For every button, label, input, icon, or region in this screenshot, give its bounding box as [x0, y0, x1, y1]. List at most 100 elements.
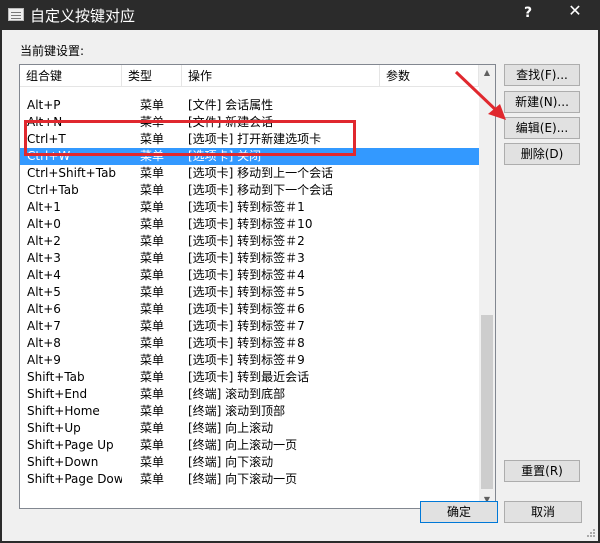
- close-button[interactable]: ✕: [552, 0, 598, 22]
- type-cell: 菜单: [140, 183, 165, 197]
- vertical-scrollbar[interactable]: ▲ ▼: [479, 65, 495, 508]
- key-mapping-list[interactable]: 组合键 类型 操作 参数 Alt+P 菜单 [文件] 会话属性 Alt+N 菜单…: [19, 64, 496, 509]
- list-item[interactable]: Alt+2 菜单 [选项卡] 转到标签＃2: [20, 233, 479, 250]
- list-item[interactable]: Alt+0 菜单 [选项卡] 转到标签＃10: [20, 216, 479, 233]
- action-cell: [选项卡] 转到标签＃9: [188, 353, 305, 367]
- list-header: 组合键 类型 操作 参数: [20, 65, 479, 87]
- key-cell: Alt+2: [27, 234, 61, 248]
- list-item[interactable]: Shift+Page Up 菜单 [终端] 向上滚动一页: [20, 437, 479, 454]
- type-cell: 菜单: [140, 370, 165, 384]
- resize-grip-icon[interactable]: [586, 528, 596, 538]
- list-item[interactable]: Alt+8 菜单 [选项卡] 转到标签＃8: [20, 335, 479, 352]
- list-item[interactable]: Ctrl+Shift+Tab 菜单 [选项卡] 移动到上一个会话: [20, 165, 479, 182]
- key-cell: Alt+N: [27, 115, 63, 129]
- list-item[interactable]: Alt+4 菜单 [选项卡] 转到标签＃4: [20, 267, 479, 284]
- column-header-type[interactable]: 类型: [122, 65, 182, 87]
- scrollbar-thumb[interactable]: [481, 315, 493, 489]
- action-cell: [选项卡] 转到标签＃1: [188, 200, 305, 214]
- key-cell: Ctrl+Shift+Tab: [27, 166, 117, 180]
- column-header-action[interactable]: 操作: [182, 65, 380, 87]
- key-cell: Shift+Page Down: [27, 472, 122, 486]
- cancel-button[interactable]: 取消: [504, 501, 582, 523]
- action-cell: [选项卡] 转到标签＃4: [188, 268, 305, 282]
- type-cell: 菜单: [140, 438, 165, 452]
- column-header-key[interactable]: 组合键: [20, 65, 122, 87]
- type-cell: 菜单: [140, 285, 165, 299]
- list-item[interactable]: Shift+Down 菜单 [终端] 向下滚动: [20, 454, 479, 471]
- list-rows: Alt+P 菜单 [文件] 会话属性 Alt+N 菜单 [文件] 新建会话 Ct…: [20, 87, 479, 488]
- scroll-up-icon[interactable]: ▲: [479, 65, 495, 81]
- list-item[interactable]: Shift+Page Down 菜单 [终端] 向下滚动一页: [20, 471, 479, 488]
- key-cell: Shift+Home: [27, 404, 100, 418]
- type-cell: 菜单: [140, 302, 165, 316]
- list-item[interactable]: Alt+6 菜单 [选项卡] 转到标签＃6: [20, 301, 479, 318]
- type-cell: 菜单: [140, 200, 165, 214]
- type-cell: 菜单: [140, 132, 165, 146]
- action-cell: [终端] 滚动到顶部: [188, 404, 286, 418]
- type-cell: 菜单: [140, 319, 165, 333]
- type-cell: 菜单: [140, 268, 165, 282]
- action-cell: [选项卡] 转到标签＃5: [188, 285, 305, 299]
- key-cell: Shift+Page Up: [27, 438, 114, 452]
- key-cell: Shift+End: [27, 387, 88, 401]
- key-cell: Ctrl+W: [27, 149, 71, 163]
- type-cell: 菜单: [140, 217, 165, 231]
- type-cell: 菜单: [140, 421, 165, 435]
- delete-button[interactable]: 删除(D): [504, 143, 580, 165]
- type-cell: 菜单: [140, 353, 165, 367]
- type-cell: 菜单: [140, 149, 165, 163]
- list-item[interactable]: Shift+Home 菜单 [终端] 滚动到顶部: [20, 403, 479, 420]
- title-bar: 自定义按键对应 ? ✕: [0, 0, 600, 30]
- keyboard-icon: [8, 8, 24, 21]
- action-cell: [选项卡] 移动到上一个会话: [188, 166, 334, 180]
- list-item[interactable]: Shift+End 菜单 [终端] 滚动到底部: [20, 386, 479, 403]
- list-item[interactable]: Alt+P 菜单 [文件] 会话属性: [20, 97, 479, 114]
- edit-button[interactable]: 编辑(E)...: [504, 117, 580, 139]
- key-cell: Alt+7: [27, 319, 61, 333]
- action-cell: [文件] 会话属性: [188, 98, 274, 112]
- type-cell: 菜单: [140, 336, 165, 350]
- type-cell: 菜单: [140, 455, 165, 469]
- action-cell: [选项卡] 转到标签＃8: [188, 336, 305, 350]
- list-item[interactable]: Ctrl+Tab 菜单 [选项卡] 移动到下一个会话: [20, 182, 479, 199]
- ok-button[interactable]: 确定: [420, 501, 498, 523]
- action-cell: [选项卡] 转到标签＃3: [188, 251, 305, 265]
- key-cell: Alt+P: [27, 98, 61, 112]
- key-cell: Alt+9: [27, 353, 61, 367]
- type-cell: 菜单: [140, 387, 165, 401]
- list-item[interactable]: Alt+7 菜单 [选项卡] 转到标签＃7: [20, 318, 479, 335]
- key-cell: Shift+Tab: [27, 370, 85, 384]
- new-button[interactable]: 新建(N)...: [504, 91, 580, 113]
- action-cell: [选项卡] 转到标签＃10: [188, 217, 313, 231]
- type-cell: 菜单: [140, 234, 165, 248]
- action-cell: [选项卡] 转到标签＃2: [188, 234, 305, 248]
- type-cell: 菜单: [140, 166, 165, 180]
- action-cell: [选项卡] 转到标签＃6: [188, 302, 305, 316]
- key-cell: Alt+5: [27, 285, 61, 299]
- list-item[interactable]: Alt+9 菜单 [选项卡] 转到标签＃9: [20, 352, 479, 369]
- list-item-selected[interactable]: Ctrl+W 菜单 [选项卡] 关闭: [20, 148, 479, 165]
- find-button[interactable]: 查找(F)...: [504, 64, 580, 86]
- column-header-param[interactable]: 参数: [380, 65, 479, 87]
- list-item[interactable]: Shift+Tab 菜单 [选项卡] 转到最近会话: [20, 369, 479, 386]
- help-button[interactable]: ?: [518, 2, 538, 24]
- list-item[interactable]: Ctrl+T 菜单 [选项卡] 打开新建选项卡: [20, 131, 479, 148]
- action-cell: [选项卡] 转到标签＃7: [188, 319, 305, 333]
- action-cell: [选项卡] 移动到下一个会话: [188, 183, 334, 197]
- key-cell: Ctrl+Tab: [27, 183, 79, 197]
- dialog-body: 当前键设置: 组合键 类型 操作 参数 Alt+P 菜单 [文件] 会话属性 A…: [2, 30, 598, 541]
- list-item[interactable]: Alt+3 菜单 [选项卡] 转到标签＃3: [20, 250, 479, 267]
- key-cell: Shift+Up: [27, 421, 81, 435]
- key-cell: Ctrl+T: [27, 132, 66, 146]
- list-item[interactable]: [20, 87, 479, 97]
- action-cell: [终端] 滚动到底部: [188, 387, 286, 401]
- type-cell: 菜单: [140, 98, 165, 112]
- reset-button[interactable]: 重置(R): [504, 460, 580, 482]
- type-cell: 菜单: [140, 472, 165, 486]
- list-item[interactable]: Shift+Up 菜单 [终端] 向上滚动: [20, 420, 479, 437]
- list-item[interactable]: Alt+1 菜单 [选项卡] 转到标签＃1: [20, 199, 479, 216]
- action-cell: [终端] 向上滚动: [188, 421, 274, 435]
- list-item[interactable]: Alt+5 菜单 [选项卡] 转到标签＃5: [20, 284, 479, 301]
- list-item[interactable]: Alt+N 菜单 [文件] 新建会话: [20, 114, 479, 131]
- action-cell: [选项卡] 转到最近会话: [188, 370, 310, 384]
